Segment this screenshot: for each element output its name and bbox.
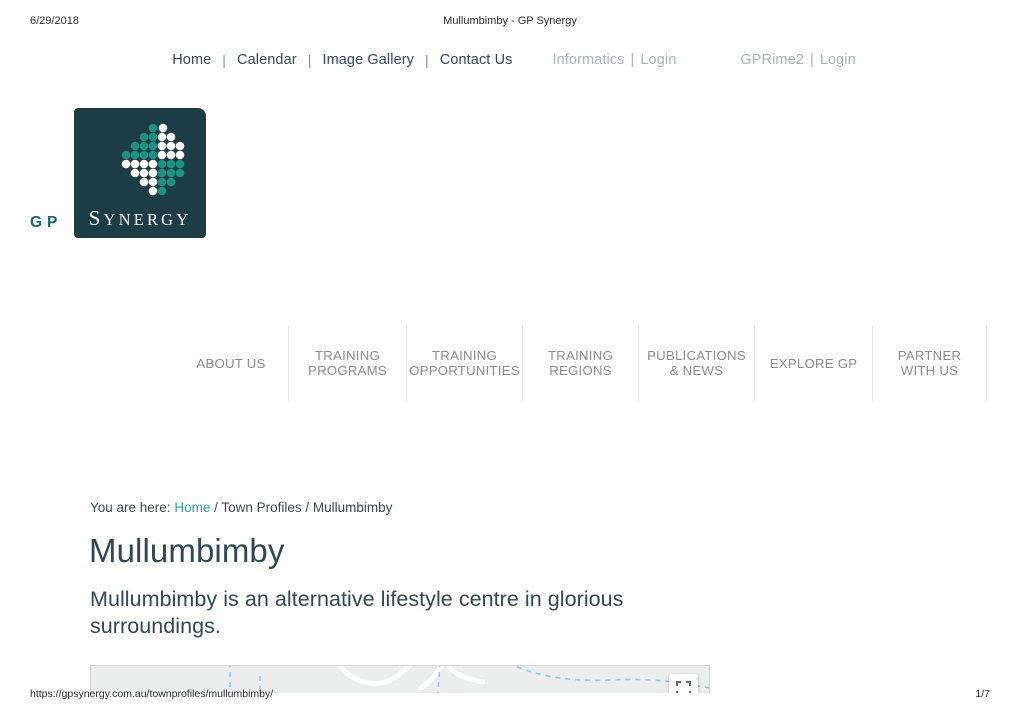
top-nav-item-informatics-login[interactable]: Login	[637, 52, 679, 68]
main-nav-label: TRAINING REGIONS	[548, 348, 613, 378]
synergy-diamond-icon	[111, 120, 195, 204]
top-nav-item-image-gallery[interactable]: Image Gallery	[311, 52, 425, 68]
main-nav-end-divider	[986, 325, 987, 401]
main-nav-item-training-programs[interactable]: TRAINING PROGRAMS	[288, 325, 406, 401]
main-nav-label: TRAINING PROGRAMS	[308, 348, 387, 378]
main-nav-label: ABOUT US	[196, 355, 266, 371]
logo-wordmark-rest: YNERGY	[103, 210, 192, 229]
top-nav-item-contact-us[interactable]: Contact Us	[429, 52, 524, 68]
main-nav-label: PARTNER WITH US	[898, 348, 962, 378]
top-nav-separator: |	[630, 52, 635, 68]
top-nav-item-gprime2-login[interactable]: Login	[817, 52, 859, 68]
main-nav-item-partner-with-us[interactable]: PARTNER WITH US	[872, 325, 986, 401]
main-nav-label-line2: OPPORTUNITIES	[409, 363, 520, 378]
main-nav-label: TRAINING OPPORTUNITIES	[409, 348, 520, 378]
site-logo[interactable]: GP SYNERGY	[30, 108, 208, 240]
main-nav-item-explore-gp[interactable]: EXPLORE GP	[754, 325, 872, 401]
main-nav-label: EXPLORE GP	[769, 355, 858, 371]
print-header: 6/29/2018 Mullumbimby - GP Synergy	[0, 15, 1020, 33]
logo-wordmark-cap: S	[88, 206, 104, 230]
breadcrumb-trail: / Town Profiles / Mullumbimby	[214, 500, 393, 515]
logo-wordmark: SYNERGY	[74, 206, 206, 231]
main-nav-label-line1: TRAINING	[314, 348, 380, 363]
top-nav-separator: |	[809, 52, 814, 68]
main-nav-item-about-us[interactable]: ABOUT US	[174, 325, 288, 401]
main-nav-label-line1: TRAINING	[547, 348, 613, 363]
main-nav-item-training-opportunities[interactable]: TRAINING OPPORTUNITIES	[406, 325, 522, 401]
top-utility-nav: Home | Calendar | Image Gallery | Contac…	[0, 48, 1020, 72]
logo-badge: SYNERGY	[74, 108, 206, 238]
main-nav-label-line2: PROGRAMS	[308, 363, 387, 378]
print-footer-page-number: 1/7	[975, 688, 990, 700]
print-document-title: Mullumbimby - GP Synergy	[443, 15, 577, 27]
main-nav-label-line1: PARTNER	[897, 348, 962, 363]
top-nav-item-calendar[interactable]: Calendar	[226, 52, 308, 68]
page-subtitle: Mullumbimby is an alternative lifestyle …	[90, 587, 624, 638]
breadcrumb: You are here: Home / Town Profiles / Mul…	[90, 500, 392, 515]
main-nav-label: PUBLICATIONS & NEWS	[647, 348, 746, 378]
breadcrumb-link-home[interactable]: Home	[174, 500, 210, 515]
page-title: Mullumbimby	[89, 532, 285, 569]
main-nav-label-line1: TRAINING	[432, 348, 498, 363]
top-nav-item-home[interactable]: Home	[161, 52, 222, 68]
main-nav-label-line2: WITH US	[900, 363, 959, 378]
print-footer: https://gpsynergy.com.au/townprofiles/mu…	[0, 688, 1020, 704]
main-nav-label-line2: & NEWS	[669, 363, 724, 378]
main-nav-item-training-regions[interactable]: TRAINING REGIONS	[522, 325, 638, 401]
logo-gp-text: GP	[30, 214, 63, 231]
breadcrumb-prefix: You are here:	[90, 500, 171, 515]
main-nav-item-publications-news[interactable]: PUBLICATIONS & NEWS	[638, 325, 754, 401]
top-nav-item-gprime2[interactable]: GPRime2	[737, 52, 807, 68]
print-footer-url: https://gpsynergy.com.au/townprofiles/mu…	[30, 688, 274, 700]
main-nav-label-line2: REGIONS	[549, 363, 612, 378]
main-nav: ABOUT US TRAINING PROGRAMS TRAINING OPPORT…	[174, 325, 988, 401]
top-nav-item-informatics[interactable]: Informatics	[550, 52, 628, 68]
main-nav-label-line1: PUBLICATIONS	[647, 348, 746, 363]
